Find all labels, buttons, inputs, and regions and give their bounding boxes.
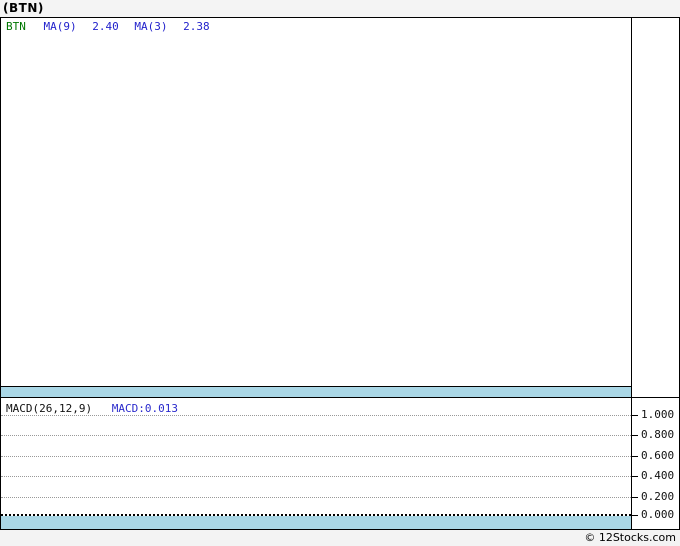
panel-divider-line: [631, 397, 679, 398]
stock-chart-widget: (BTN) BTN MA(9) 2.40 MA(3) 2.38 MACD(26,…: [0, 0, 680, 546]
macd-gridline-0.600: [1, 456, 631, 457]
axis-tick-label: 0.400: [641, 469, 675, 482]
date-axis-band-upper: [1, 386, 631, 398]
legend-ma3-value: 2.38: [183, 20, 210, 33]
site-credit: © 12Stocks.com: [584, 531, 676, 544]
macd-gridline-1.000: [1, 415, 631, 416]
title-bar: (BTN): [0, 0, 680, 17]
macd-gridline-0.800: [1, 435, 631, 436]
axis-tick-label: 0.600: [641, 449, 675, 462]
axis-tick-label: 0.000: [641, 508, 675, 521]
axis-tick: [632, 415, 638, 416]
axis-divider: [631, 18, 632, 529]
legend-ma3-label: MA(3): [134, 20, 168, 33]
price-panel: BTN MA(9) 2.40 MA(3) 2.38: [1, 18, 631, 386]
legend-ma9-label: MA(9): [43, 20, 77, 33]
macd-legend: MACD(26,12,9) MACD:0.013: [6, 402, 178, 415]
axis-tick: [632, 435, 638, 436]
macd-legend-label: MACD(26,12,9): [6, 402, 93, 415]
date-axis-band-lower: [1, 516, 631, 529]
ticker-title: (BTN): [3, 1, 44, 15]
axis-tick-label: 0.200: [641, 490, 675, 503]
axis-tick: [632, 497, 638, 498]
price-legend: BTN MA(9) 2.40 MA(3) 2.38: [6, 20, 210, 33]
macd-legend-value: MACD:0.013: [111, 402, 178, 415]
axis-tick-label: 0.800: [641, 428, 675, 441]
legend-symbol: BTN: [6, 20, 26, 33]
legend-ma9-value: 2.40: [92, 20, 119, 33]
axis-tick-label: 1.000: [641, 408, 675, 421]
axis-tick: [632, 476, 638, 477]
chart-frame: BTN MA(9) 2.40 MA(3) 2.38 MACD(26,12,9) …: [0, 17, 680, 530]
macd-gridline-0.200: [1, 497, 631, 498]
axis-tick: [632, 515, 638, 516]
axis-tick: [632, 456, 638, 457]
macd-gridline-0.400: [1, 476, 631, 477]
footer: © 12Stocks.com: [0, 530, 680, 546]
